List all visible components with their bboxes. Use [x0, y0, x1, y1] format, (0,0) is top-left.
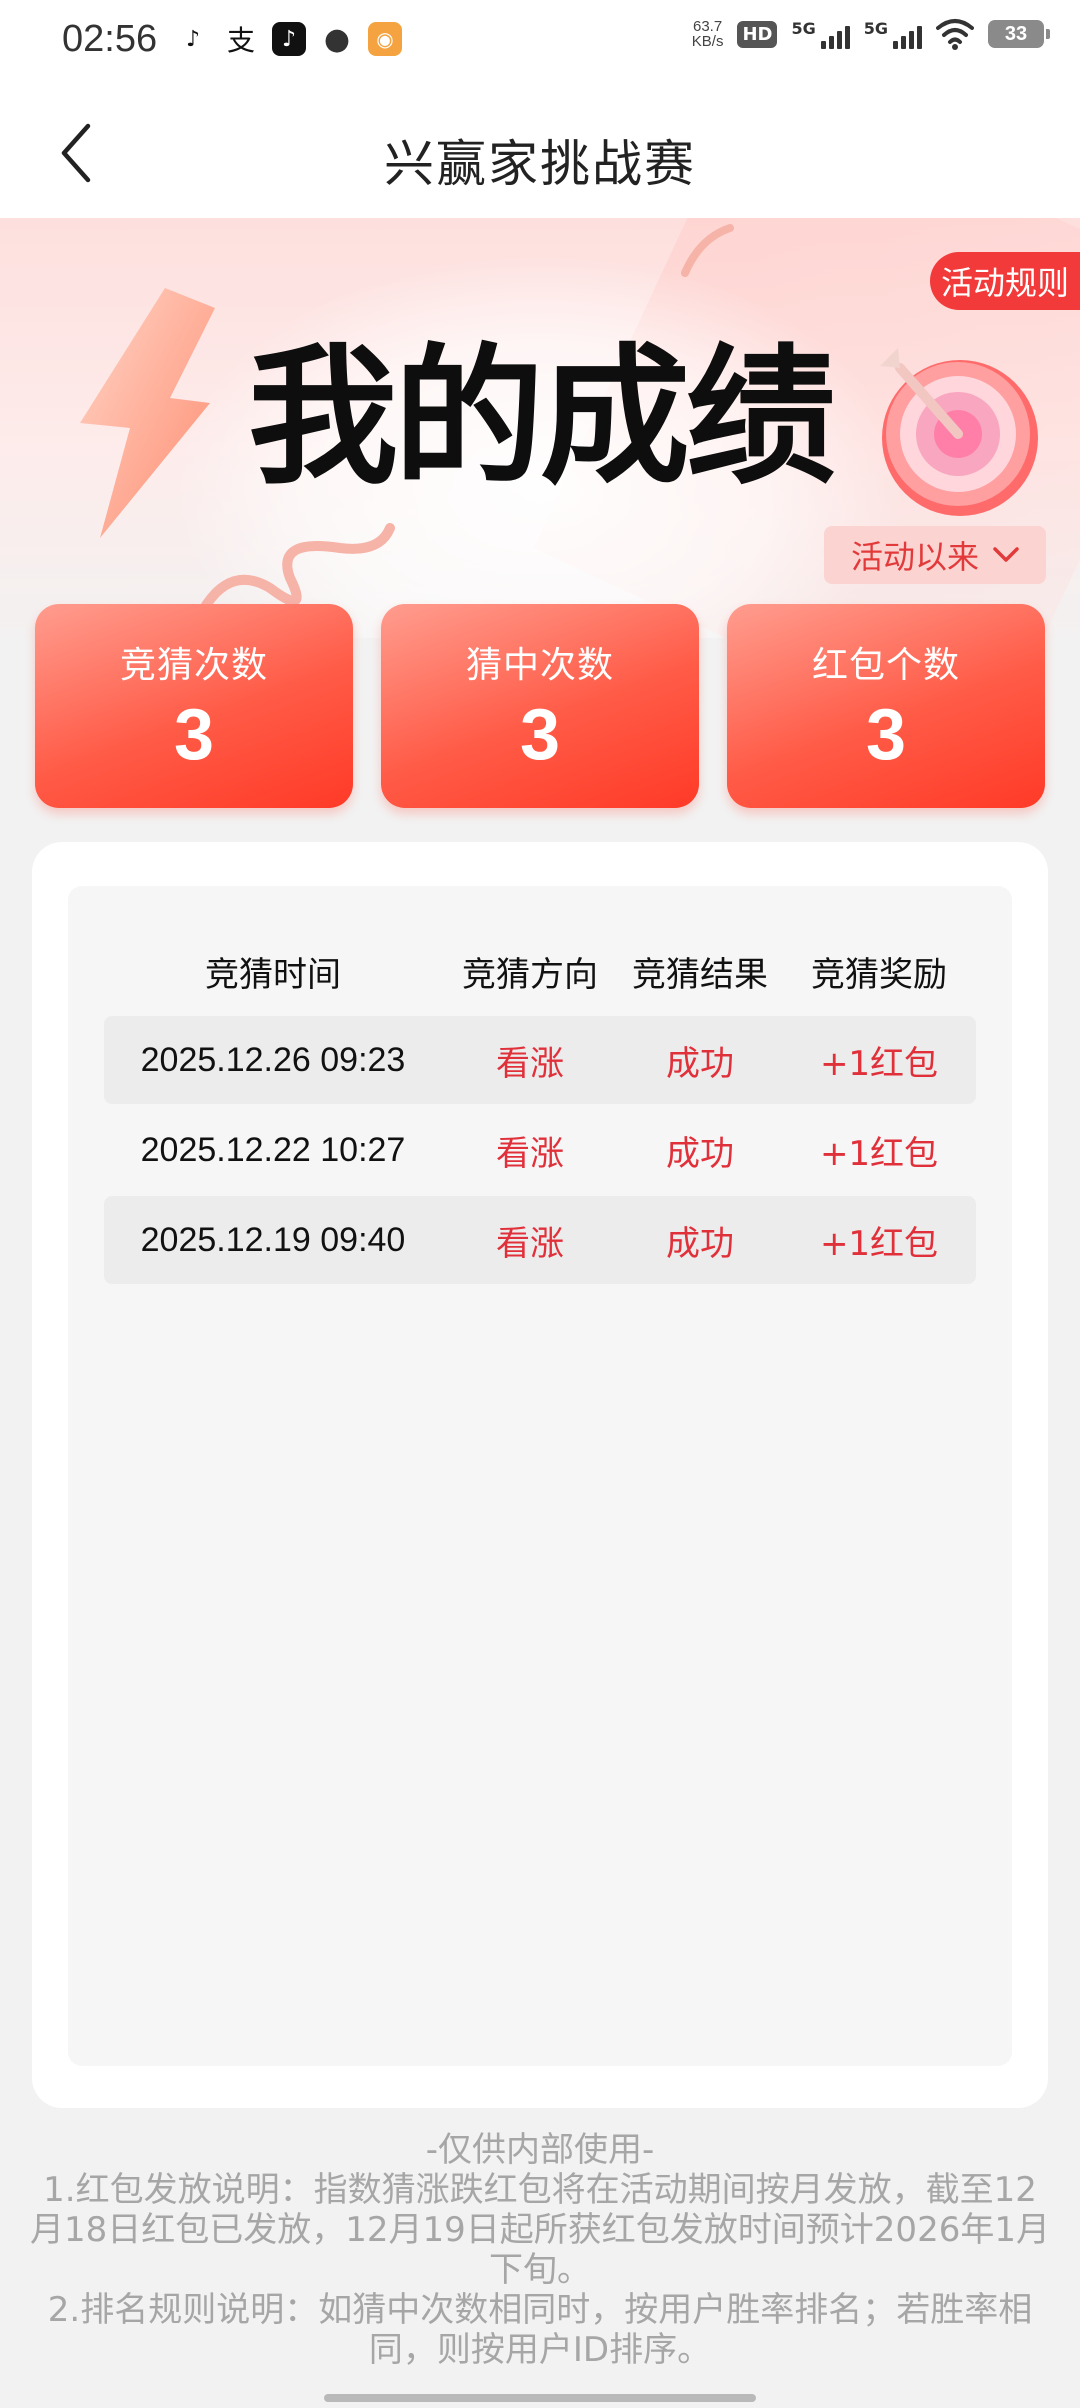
period-dropdown-label: 活动以来: [850, 538, 979, 576]
cell-result: 成功: [666, 1223, 734, 1264]
stat-label: 红包个数: [811, 645, 960, 686]
cell-time: 2025.12.26 09:23: [140, 1040, 406, 1079]
cell-time: 2025.12.19 09:40: [140, 1220, 406, 1259]
hd-icon: HD: [737, 20, 778, 48]
stat-label: 猜中次数: [465, 645, 614, 686]
stat-value: 3: [519, 695, 561, 775]
cell-result: 成功: [666, 1133, 734, 1174]
column-header-result: 竞猜结果: [632, 954, 768, 995]
sim2-label: 5G: [863, 19, 888, 38]
cell-time: 2025.12.22 10:27: [140, 1130, 406, 1169]
records-panel: 竞猜时间 竞猜方向 竞猜结果 竞猜奖励 2025.12.26 09:23 看涨 …: [32, 842, 1048, 2108]
signal-sim1-icon: 5G: [791, 19, 850, 49]
cell-result: 成功: [666, 1043, 734, 1084]
sim1-label: 5G: [791, 19, 816, 38]
app-header: 兴赢家挑战赛: [0, 88, 1080, 218]
signal-sim2-icon: 5G: [864, 19, 922, 49]
status-bar: 02:56 ♪ 支 ♪ ● ◉ 63.7 KB/s HD 5G 5G 33: [0, 0, 1080, 88]
ribbon-small-icon: [681, 224, 734, 277]
network-speed: 63.7 KB/s: [692, 19, 724, 49]
network-speed-value: 63.7: [693, 18, 723, 35]
column-header-reward: 竞猜奖励: [811, 954, 947, 995]
table-row: 2025.12.19 09:40 看涨 成功 +1红包: [104, 1196, 976, 1284]
stat-value: 3: [865, 695, 907, 775]
page-title: 兴赢家挑战赛: [384, 135, 696, 193]
ranking-rule-note: 2.排名规则说明：如猜中次数相同时，按用户胜率排名；若胜率相同，则按用户ID排序…: [47, 2290, 1033, 2370]
internal-use-notice: -仅供内部使用-: [425, 2130, 655, 2170]
network-speed-unit: KB/s: [691, 33, 724, 50]
records-table: 竞猜时间 竞猜方向 竞猜结果 竞猜奖励 2025.12.26 09:23 看涨 …: [104, 926, 976, 1286]
footer-notes: -仅供内部使用- 1.红包发放说明：指数猜涨跌红包将在活动期间按月发放，截至12…: [30, 2130, 1050, 2370]
cell-reward: +1红包: [819, 1043, 939, 1084]
stat-card-correct-count: 猜中次数 3: [381, 604, 699, 808]
cell-direction: 看涨: [496, 1043, 564, 1084]
stat-card-red-packet-count: 红包个数 3: [727, 604, 1045, 808]
status-time: 02:56: [62, 18, 158, 60]
stats-row: 竞猜次数 3 猜中次数 3 红包个数 3: [35, 604, 1045, 808]
game-icon: ◉: [368, 22, 402, 56]
records-table-container[interactable]: 竞猜时间 竞猜方向 竞猜结果 竞猜奖励 2025.12.26 09:23 看涨 …: [68, 886, 1012, 2066]
wifi-icon: [936, 19, 974, 50]
period-dropdown[interactable]: 活动以来: [824, 526, 1046, 584]
column-header-direction: 竞猜方向: [462, 954, 598, 995]
status-app-icons: ♪ 支 ♪ ● ◉: [176, 22, 402, 57]
home-indicator[interactable]: [324, 2394, 756, 2402]
table-row: 2025.12.22 10:27 看涨 成功 +1红包: [104, 1106, 976, 1194]
alipay-icon: 支: [226, 24, 255, 57]
table-row: 2025.12.26 09:23 看涨 成功 +1红包: [104, 1016, 976, 1104]
cell-direction: 看涨: [496, 1223, 564, 1264]
column-header-time: 竞猜时间: [205, 954, 341, 995]
chevron-down-icon: [993, 547, 1019, 562]
banner-title: 我的成绩: [247, 331, 836, 505]
cell-direction: 看涨: [496, 1133, 564, 1174]
status-indicators: 63.7 KB/s HD 5G 5G 33: [692, 18, 1050, 50]
stat-label: 竞猜次数: [119, 645, 268, 686]
red-packet-note: 1.红包发放说明：指数猜涨跌红包将在活动期间按月发放，截至12月18日红包已发放…: [30, 2170, 1050, 2290]
douyin-icon: ♪: [272, 22, 306, 56]
stat-card-guess-count: 竞猜次数 3: [35, 604, 353, 808]
score-banner: 活动规则 我的成绩 活动以来: [0, 218, 1080, 638]
cell-reward: +1红包: [819, 1133, 939, 1174]
message-icon: ●: [320, 22, 354, 57]
cell-reward: +1红包: [819, 1223, 939, 1264]
tiktok-lite-icon: ♪: [176, 22, 210, 56]
stat-value: 3: [173, 695, 215, 775]
table-header: 竞猜时间 竞猜方向 竞猜结果 竞猜奖励: [104, 926, 976, 1016]
battery-icon: 33: [988, 20, 1050, 48]
